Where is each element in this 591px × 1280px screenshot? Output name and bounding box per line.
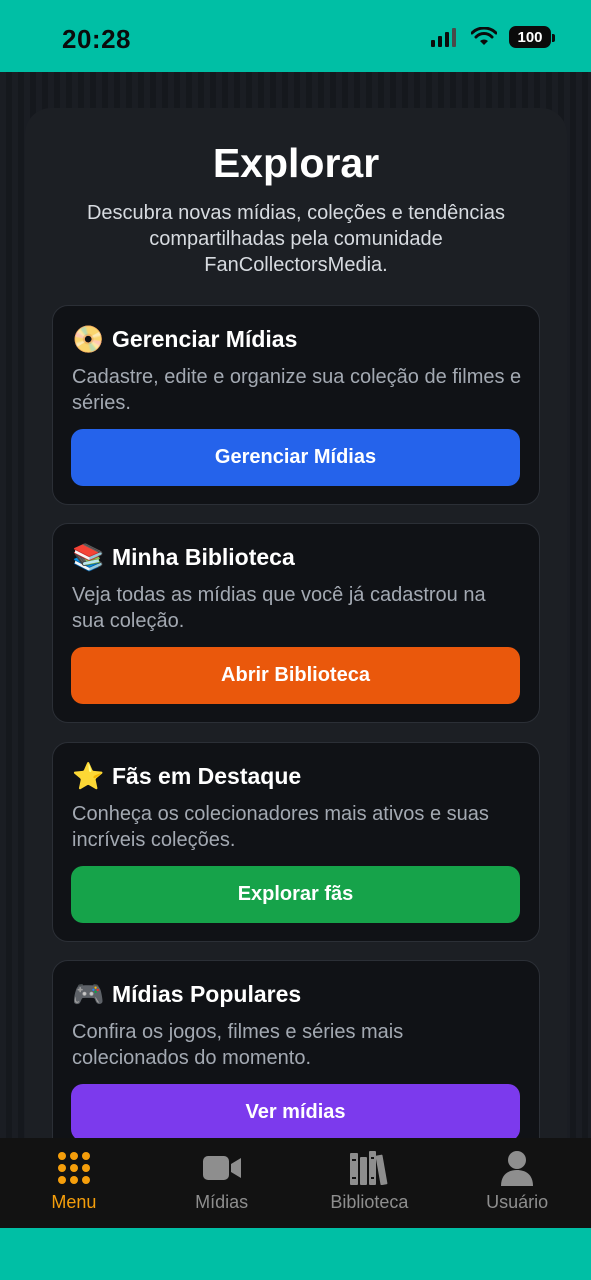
tab-label: Menu xyxy=(51,1192,97,1212)
page-title: Explorar xyxy=(212,140,380,186)
dvd-icon: 📀 xyxy=(72,324,105,354)
app-background: Explorar Descubra novas mídias, coleções… xyxy=(0,72,591,1138)
explore-fans-button[interactable]: Explorar fãs xyxy=(71,866,520,923)
card-description: Veja todas as mídias que você já cadastr… xyxy=(72,584,486,632)
card-header: 📚 Minha Biblioteca xyxy=(72,542,295,573)
user-icon xyxy=(500,1150,534,1186)
card-title: Mídias Populares xyxy=(112,981,302,1007)
game-controller-icon: 🎮 xyxy=(72,979,105,1009)
card-popular-media: 🎮 Mídias Populares Confira os jogos, fil… xyxy=(52,960,540,1138)
card-description: Confira os jogos, filmes e séries mais c… xyxy=(72,1021,404,1069)
card-header: 📀 Gerenciar Mídias xyxy=(72,324,297,355)
tab-biblioteca[interactable]: Biblioteca xyxy=(296,1138,444,1228)
tab-menu[interactable]: Menu xyxy=(0,1138,148,1228)
card-title: Fãs em Destaque xyxy=(112,763,302,789)
card-description: Conheça os colecionadores mais ativos e … xyxy=(72,803,489,851)
card-title: Gerenciar Mídias xyxy=(112,326,298,352)
tab-usuario[interactable]: Usuário xyxy=(443,1138,591,1228)
books-emoji-icon: 📚 xyxy=(72,542,105,572)
tab-label: Mídias xyxy=(195,1192,249,1212)
tab-label: Biblioteca xyxy=(330,1192,409,1212)
page-subtitle: Descubra novas mídias, coleções e tendên… xyxy=(86,202,505,276)
tab-label: Usuário xyxy=(486,1192,549,1212)
battery-icon: 100 xyxy=(509,26,555,48)
card-my-library: 📚 Minha Biblioteca Veja todas as mídias … xyxy=(52,523,540,723)
status-time: 20:28 xyxy=(62,24,131,54)
signal-icon xyxy=(431,28,456,47)
card-header: ⭐ Fãs em Destaque xyxy=(72,761,301,792)
card-header: 🎮 Mídias Populares xyxy=(72,979,301,1010)
card-title: Minha Biblioteca xyxy=(112,544,295,570)
tab-midias[interactable]: Mídias xyxy=(148,1138,296,1228)
card-manage-media: 📀 Gerenciar Mídias Cadastre, edite e org… xyxy=(52,305,540,505)
battery-level: 100 xyxy=(517,28,543,46)
books-icon xyxy=(350,1150,388,1186)
status-icons: 100 xyxy=(431,26,555,48)
grid-icon xyxy=(57,1150,91,1186)
card-description: Cadastre, edite e organize sua coleção d… xyxy=(72,366,522,414)
view-media-button[interactable]: Ver mídias xyxy=(71,1084,520,1138)
bottom-tab-bar: Menu Mídias Biblioteca Usuário xyxy=(0,1138,591,1228)
explore-panel: Explorar Descubra novas mídias, coleções… xyxy=(25,108,567,1138)
card-featured-fans: ⭐ Fãs em Destaque Conheça os colecionado… xyxy=(52,742,540,942)
star-icon: ⭐ xyxy=(72,761,105,791)
status-bar: 20:28 100 xyxy=(0,0,591,72)
manage-media-button[interactable]: Gerenciar Mídias xyxy=(71,429,520,486)
home-indicator-area xyxy=(0,1228,591,1280)
open-library-button[interactable]: Abrir Biblioteca xyxy=(71,647,520,704)
wifi-icon xyxy=(471,27,497,45)
video-camera-icon xyxy=(202,1150,241,1186)
